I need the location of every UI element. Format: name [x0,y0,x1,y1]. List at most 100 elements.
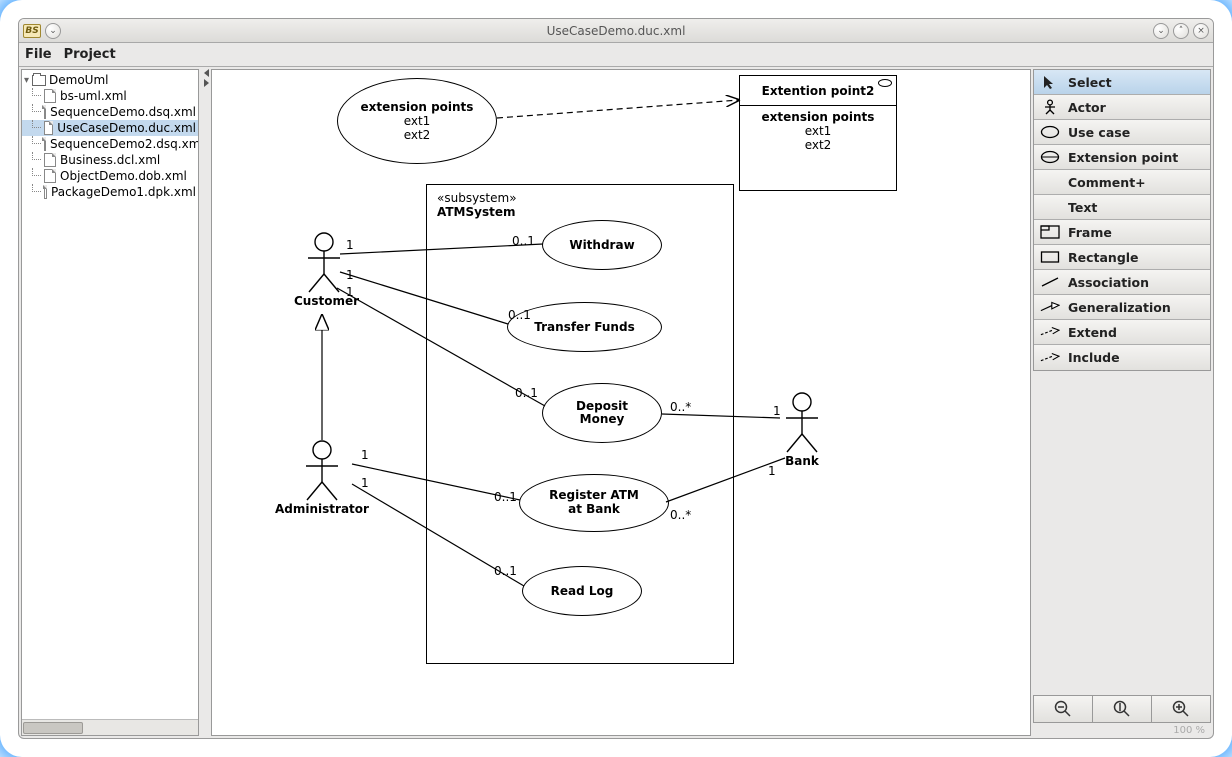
actor-administrator[interactable]: Administrator [272,440,372,516]
scrollbar-thumb[interactable] [23,722,83,734]
tool-label: Generalization [1068,300,1171,315]
frame-icon [1040,225,1060,239]
file-icon [44,153,56,167]
ext-ellipse-line1: ext1 [404,114,431,128]
zoom-reset-button[interactable] [1093,696,1152,722]
use-case-icon [1040,125,1060,139]
file-icon [44,169,56,183]
extension-point-icon [1040,150,1060,164]
project-tree[interactable]: ▾ DemoUml bs-uml.xml SequenceDemo.dsq.xml… [22,70,198,719]
tool-label: Extend [1068,325,1117,340]
tree-item-label: SequenceDemo2.dsq.xml [50,137,198,151]
mult-admin-readlog-far: 0..1 [494,564,517,578]
tree-item[interactable]: PackageDemo1.dpk.xml [22,184,198,200]
mult-bank-register-far: 0..* [670,508,691,522]
tool-label: Actor [1068,100,1106,115]
tool-rectangle[interactable]: Rectangle [1034,245,1210,270]
tree-item-label: UseCaseDemo.duc.xml [57,121,196,135]
tree-item[interactable]: UseCaseDemo.duc.xml [22,120,198,136]
tool-label: Frame [1068,225,1112,240]
collapse-icon[interactable]: ▾ [24,75,29,86]
titlebar: BS ⌄ UseCaseDemo.duc.xml ⌄ ˄ × [19,19,1213,43]
mult-bank-deposit-near: 1 [773,404,781,418]
ext-rect-line1: ext1 [740,124,896,138]
subsystem-stereotype: «subsystem» [437,191,723,205]
subsystem-name: ATMSystem [437,205,723,219]
vertical-splitter[interactable] [201,67,211,738]
menu-file[interactable]: File [25,47,52,62]
rectangle-icon [1040,250,1060,264]
tool-select[interactable]: Select [1034,70,1210,95]
minimize-button[interactable]: ⌄ [1153,23,1169,39]
tree-item-label: bs-uml.xml [60,89,127,103]
tool-palette-panel: Select Actor Use case Extension point Commen… [1033,69,1211,736]
tree-root-label: DemoUml [49,73,108,87]
mult-customer-withdraw-near: 1 [346,238,354,252]
usecase-withdraw[interactable]: Withdraw [542,220,662,270]
tool-include[interactable]: Include [1034,345,1210,370]
zoom-toolbar [1033,695,1211,723]
tool-label: Extension point [1068,150,1178,165]
mult-customer-transfer-near: 1 [346,268,354,282]
tool-label: Rectangle [1068,250,1139,265]
tree-item-label: SequenceDemo.dsq.xml [50,105,196,119]
tree-item-label: PackageDemo1.dpk.xml [51,185,196,199]
tree-item[interactable]: SequenceDemo2.dsq.xml [22,136,198,152]
tool-label: Include [1068,350,1120,365]
tool-actor[interactable]: Actor [1034,95,1210,120]
project-tree-panel: ▾ DemoUml bs-uml.xml SequenceDemo.dsq.xml… [21,69,199,736]
tool-frame[interactable]: Frame [1034,220,1210,245]
tool-generalization[interactable]: Generalization [1034,295,1210,320]
tool-association[interactable]: Association [1034,270,1210,295]
actor-administrator-label: Administrator [272,502,372,516]
tool-label: Use case [1068,125,1130,140]
mult-customer-transfer-far: 0..1 [508,308,531,322]
tool-extension-point[interactable]: Extension point [1034,145,1210,170]
mult-customer-deposit-far: 0..1 [515,386,538,400]
mult-bank-register-near: 1 [768,464,776,478]
file-icon [44,105,46,119]
title-unknown-button[interactable]: ⌄ [45,23,61,39]
tree-item[interactable]: SequenceDemo.dsq.xml [22,104,198,120]
splitter-collapse-right-icon[interactable] [204,79,209,87]
file-icon [44,137,46,151]
tree-item[interactable]: bs-uml.xml [22,88,198,104]
mult-admin-register-far: 0..1 [494,490,517,504]
splitter-collapse-left-icon[interactable] [204,69,209,77]
actor-customer[interactable]: Customer [294,232,354,308]
close-button[interactable]: × [1193,23,1209,39]
usecase-register-atm[interactable]: Register ATMat Bank [519,474,669,532]
diagram-canvas[interactable]: extension points ext1 ext2 Extention poi… [211,69,1031,736]
tool-label: Text [1068,200,1097,215]
include-icon [1040,352,1060,364]
file-icon [44,121,53,135]
zoom-out-button[interactable] [1034,696,1093,722]
menu-project[interactable]: Project [64,47,116,62]
extension-point-rect[interactable]: Extention point2 extension points ext1 e… [739,75,897,191]
zoom-percent: 100 % [1033,723,1211,736]
tool-label: Association [1068,275,1149,290]
tree-horizontal-scrollbar[interactable] [22,719,198,735]
zoom-in-button[interactable] [1152,696,1210,722]
ext-ellipse-header: extension points [361,100,474,114]
menubar: File Project [19,43,1213,67]
tree-item[interactable]: Business.dcl.xml [22,152,198,168]
tree-item[interactable]: ObjectDemo.dob.xml [22,168,198,184]
actor-bank-label: Bank [777,454,827,468]
tree-root[interactable]: ▾ DemoUml [22,72,198,88]
tool-comment-[interactable]: Comment+ [1034,170,1210,195]
ext-rect-title: Extention point2 [762,84,875,98]
tool-use-case[interactable]: Use case [1034,120,1210,145]
mult-bank-deposit-far: 0..* [670,400,691,414]
actor-bank[interactable]: Bank [777,392,827,468]
file-icon [44,185,47,199]
ext-ellipse-line2: ext2 [404,128,431,142]
tool-extend[interactable]: Extend [1034,320,1210,345]
extension-point-ellipse[interactable]: extension points ext1 ext2 [337,78,497,164]
usecase-deposit-money[interactable]: DepositMoney [542,383,662,443]
usecase-read-log[interactable]: Read Log [522,566,642,616]
tool-text[interactable]: Text [1034,195,1210,220]
tool-label: Select [1068,75,1112,90]
workspace: ▾ DemoUml bs-uml.xml SequenceDemo.dsq.xml… [19,67,1213,738]
maximize-button[interactable]: ˄ [1173,23,1189,39]
